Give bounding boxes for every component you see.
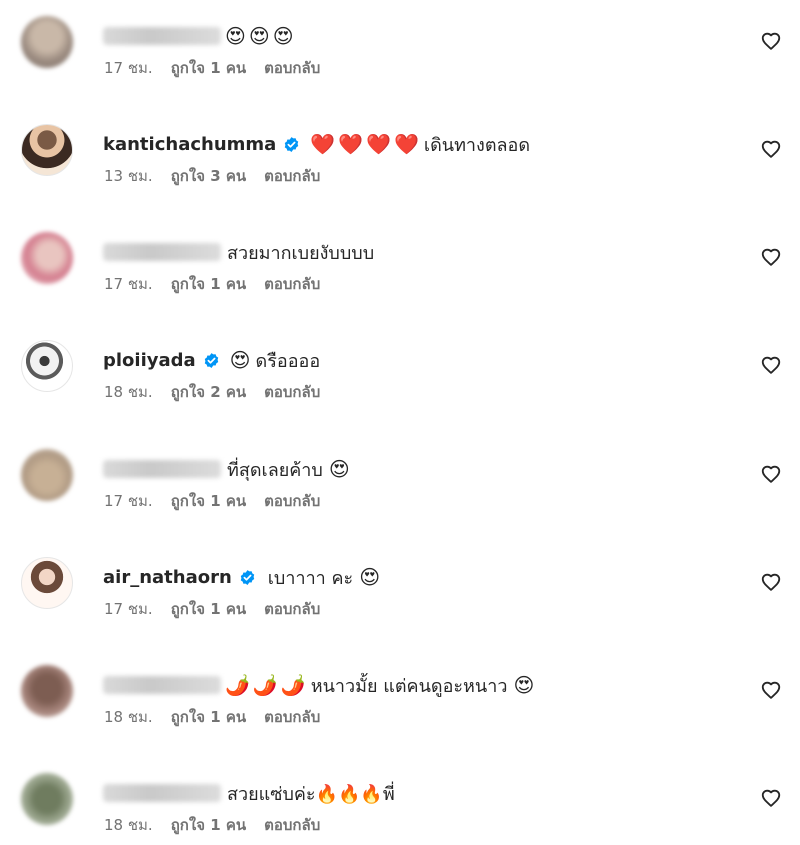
comment-line: ที่สุดเลยค้าบ 😍 — [103, 451, 353, 487]
comment-text: ดรืออออ — [255, 350, 321, 372]
username-link[interactable]: ploiiyada — [103, 350, 196, 371]
comment-line: 🌶️ 🌶️ 🌶️ หนาวมั้ย แต่คนดูอะหนาว 😍 — [103, 667, 537, 703]
avatar[interactable] — [21, 665, 73, 717]
blurred-username[interactable] — [103, 460, 221, 478]
reply-button[interactable]: ตอบกลับ — [264, 705, 320, 729]
likes-count-button[interactable]: ถูกใจ 1 คน — [171, 813, 246, 837]
comment-line: ploiiyada 😍 ดรืออออ — [103, 342, 320, 378]
comment-line: สวยแซ่บค่ะ🔥🔥🔥พี่ — [103, 775, 395, 811]
avatar[interactable] — [21, 773, 73, 825]
comment-meta: 17 ชม. ถูกใจ 1 คน ตอบกลับ — [104, 597, 338, 621]
likes-count-button[interactable]: ถูกใจ 1 คน — [171, 489, 246, 513]
comment-row: ที่สุดเลยค้าบ 😍 17 ชม. ถูกใจ 1 คน ตอบกลับ — [0, 449, 800, 559]
avatar[interactable] — [21, 232, 73, 284]
comment-row: air_nathaorn เบาาาา คะ 😍 17 ชม. ถูกใจ 1 คน… — [0, 557, 800, 667]
reply-button[interactable]: ตอบกลับ — [264, 272, 320, 296]
comment-row: สวยแซ่บค่ะ🔥🔥🔥พี่ 18 ชม. ถูกใจ 1 คน ตอบกล… — [0, 773, 800, 845]
emoji: ❤️ — [310, 132, 336, 156]
comment-text: สวยแซ่บค่ะ🔥🔥🔥พี่ — [227, 783, 395, 805]
comment-text: สวยมากเบยงับบบบ — [227, 242, 375, 264]
verified-badge-icon — [203, 352, 220, 369]
comment-time: 18 ชม. — [104, 708, 153, 726]
comment-line: 😍 😍 😍 — [103, 18, 297, 54]
comment-row: 🌶️ 🌶️ 🌶️ หนาวมั้ย แต่คนดูอะหนาว 😍 18 ชม. ถูก… — [0, 665, 800, 775]
verified-badge-icon — [239, 569, 256, 586]
emoji: 😍 — [513, 673, 535, 697]
emoji: 🌶️ — [280, 673, 306, 697]
avatar[interactable] — [21, 124, 73, 176]
comment-meta: 17 ชม. ถูกใจ 1 คน ตอบกลับ — [104, 56, 338, 80]
comment-text: เดินทางตลอด — [423, 134, 531, 156]
comment-meta: 13 ชม. ถูกใจ 3 คน ตอบกลับ — [104, 164, 338, 188]
emoji: 🌶️ — [225, 673, 250, 697]
heart-outline-icon[interactable] — [760, 463, 782, 485]
emoji: ❤️ — [394, 132, 419, 156]
likes-count-button[interactable]: ถูกใจ 1 คน — [171, 705, 246, 729]
comment-line: สวยมากเบยงับบบบ — [103, 234, 374, 270]
heart-outline-icon[interactable] — [760, 571, 782, 593]
comment-row: kantichachumma ❤️ ❤️ ❤️ ❤️ เดินทางตลอด 13 ชม.… — [0, 124, 800, 234]
blurred-username[interactable] — [103, 27, 221, 45]
emoji: ❤️ — [366, 132, 392, 156]
comment-text: หนาวมั้ย แต่คนดูอะหนาว — [310, 675, 508, 697]
comment-time: 17 ชม. — [104, 600, 153, 618]
reply-button[interactable]: ตอบกลับ — [264, 164, 320, 188]
comment-time: 17 ชม. — [104, 492, 153, 510]
avatar[interactable] — [21, 340, 73, 392]
comment-row: สวยมากเบยงับบบบ 17 ชม. ถูกใจ 1 คน ตอบกลั… — [0, 232, 800, 342]
comment-meta: 18 ชม. ถูกใจ 2 คน ตอบกลับ — [104, 380, 338, 404]
heart-outline-icon[interactable] — [760, 787, 782, 809]
comment-time: 17 ชม. — [104, 275, 153, 293]
comment-text: เบาาาา คะ — [267, 567, 354, 589]
comment-time: 18 ชม. — [104, 383, 153, 401]
comment-time: 17 ชม. — [104, 59, 153, 77]
verified-badge-icon — [283, 136, 300, 153]
blurred-username[interactable] — [103, 784, 221, 802]
reply-button[interactable]: ตอบกลับ — [264, 813, 320, 837]
heart-outline-icon[interactable] — [760, 246, 782, 268]
emoji: 😍 — [229, 348, 251, 372]
avatar[interactable] — [21, 449, 73, 501]
reply-button[interactable]: ตอบกลับ — [264, 56, 320, 80]
emoji: 😍 — [225, 24, 246, 48]
likes-count-button[interactable]: ถูกใจ 2 คน — [171, 380, 246, 404]
likes-count-button[interactable]: ถูกใจ 1 คน — [171, 597, 246, 621]
username-link[interactable]: kantichachumma — [103, 134, 276, 155]
comment-text: ที่สุดเลยค้าบ — [227, 459, 323, 481]
emoji: 🌶️ — [252, 673, 278, 697]
comment-time: 13 ชม. — [104, 167, 153, 185]
reply-button[interactable]: ตอบกลับ — [264, 380, 320, 404]
heart-outline-icon[interactable] — [760, 138, 782, 160]
blurred-username[interactable] — [103, 243, 221, 261]
likes-count-button[interactable]: ถูกใจ 1 คน — [171, 272, 246, 296]
emoji: 😍 — [328, 457, 350, 481]
emoji: 😍 — [272, 24, 294, 48]
reply-button[interactable]: ตอบกลับ — [264, 489, 320, 513]
comment-line: kantichachumma ❤️ ❤️ ❤️ ❤️ เดินทางตลอด — [103, 126, 530, 162]
avatar[interactable] — [21, 557, 73, 609]
comment-meta: 18 ชม. ถูกใจ 1 คน ตอบกลับ — [104, 813, 338, 837]
emoji: 😍 — [359, 565, 381, 589]
likes-count-button[interactable]: ถูกใจ 1 คน — [171, 56, 246, 80]
comment-time: 18 ชม. — [104, 816, 153, 834]
username-link[interactable]: air_nathaorn — [103, 567, 232, 588]
comment-meta: 17 ชม. ถูกใจ 1 คน ตอบกลับ — [104, 489, 338, 513]
heart-outline-icon[interactable] — [760, 30, 782, 52]
comment-row: 😍 😍 😍 17 ชม. ถูกใจ 1 คน ตอบกลับ — [0, 16, 800, 126]
comment-line: air_nathaorn เบาาาา คะ 😍 — [103, 559, 383, 595]
heart-outline-icon[interactable] — [760, 679, 782, 701]
comment-meta: 17 ชม. ถูกใจ 1 คน ตอบกลับ — [104, 272, 338, 296]
emoji: 😍 — [248, 24, 270, 48]
likes-count-button[interactable]: ถูกใจ 3 คน — [171, 164, 246, 188]
reply-button[interactable]: ตอบกลับ — [264, 597, 320, 621]
avatar[interactable] — [21, 16, 73, 68]
blurred-username[interactable] — [103, 676, 221, 694]
heart-outline-icon[interactable] — [760, 354, 782, 376]
comment-meta: 18 ชม. ถูกใจ 1 คน ตอบกลับ — [104, 705, 338, 729]
comment-row: ploiiyada 😍 ดรืออออ 18 ชม. ถูกใจ 2 คน ตอบก… — [0, 340, 800, 450]
emoji: ❤️ — [338, 132, 364, 156]
